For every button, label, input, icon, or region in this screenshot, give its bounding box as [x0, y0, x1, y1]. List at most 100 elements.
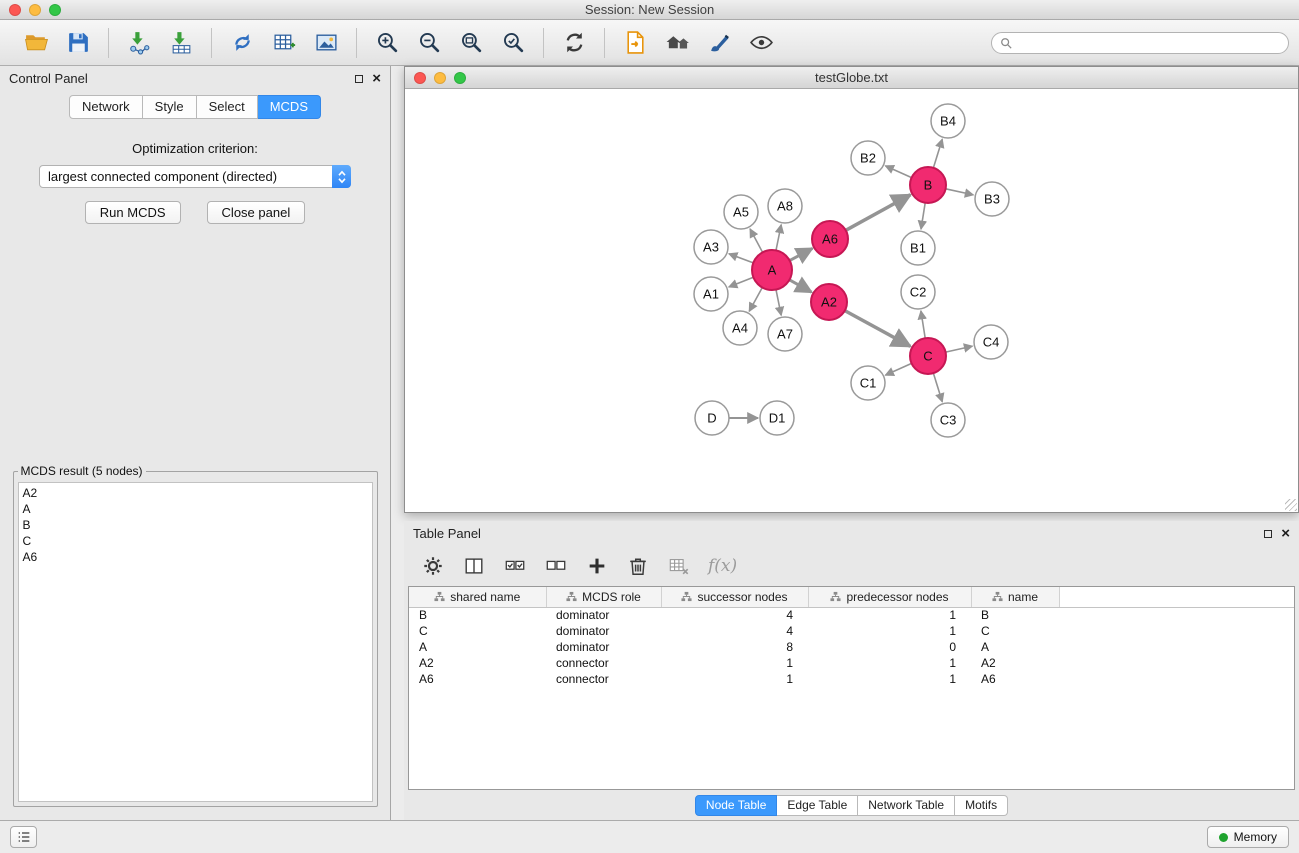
cell-predecessor-nodes[interactable]: 1 [808, 623, 971, 639]
float-table-panel-button[interactable] [1264, 530, 1272, 538]
panel-list-button[interactable] [10, 826, 37, 848]
export-network-button[interactable] [616, 26, 654, 60]
tab-edge-table[interactable]: Edge Table [777, 795, 858, 816]
cell-shared-name[interactable]: A6 [409, 671, 546, 687]
close-mcds-panel-button[interactable]: Close panel [207, 201, 306, 224]
edge-A-A7[interactable] [776, 290, 781, 316]
node-C1[interactable]: C1 [851, 366, 885, 400]
minimize-window-button[interactable] [29, 4, 41, 16]
close-table-panel-button[interactable]: × [1281, 526, 1290, 541]
cell-shared-name[interactable]: A [409, 639, 546, 655]
node-A7[interactable]: A7 [768, 317, 802, 351]
tab-network[interactable]: Network [69, 95, 143, 119]
cell-predecessor-nodes[interactable]: 1 [808, 655, 971, 671]
table-row[interactable]: Adominator80A [409, 639, 1294, 655]
search-input[interactable] [1017, 36, 1280, 50]
cell-successor-nodes[interactable]: 1 [661, 671, 808, 687]
network-graph[interactable]: AA6A2BCA1A3A4A5A7A8B1B2B3B4C1C2C3C4DD1 [405, 89, 1298, 512]
cell-name[interactable]: A [971, 639, 1059, 655]
node-C4[interactable]: C4 [974, 325, 1008, 359]
network-minimize-button[interactable] [434, 72, 446, 84]
column-header-MCDS-role[interactable]: MCDS role [546, 587, 661, 607]
open-session-button[interactable] [17, 26, 55, 60]
cell-shared-name[interactable]: A2 [409, 655, 546, 671]
column-header-name[interactable]: name [971, 587, 1059, 607]
cell-successor-nodes[interactable]: 8 [661, 639, 808, 655]
node-C2[interactable]: C2 [901, 275, 935, 309]
memory-button[interactable]: Memory [1207, 826, 1289, 848]
node-A2[interactable]: A2 [811, 284, 847, 320]
import-table-from-file-button[interactable] [162, 26, 200, 60]
apply-layout-button[interactable] [555, 26, 593, 60]
node-C[interactable]: C [910, 338, 946, 374]
first-neighbors-button[interactable] [658, 26, 696, 60]
edge-A-A4[interactable] [749, 288, 762, 312]
column-header-shared-name[interactable]: shared name [409, 587, 546, 607]
show-hide-button[interactable] [742, 26, 780, 60]
tab-style[interactable]: Style [143, 95, 197, 119]
edge-A-A6[interactable] [790, 248, 813, 260]
node-A6[interactable]: A6 [812, 221, 848, 257]
search-box[interactable] [991, 32, 1289, 54]
import-network-from-file-button[interactable] [120, 26, 158, 60]
style-apply-button[interactable] [700, 26, 738, 60]
zoom-fit-content-button[interactable] [452, 26, 490, 60]
node-A4[interactable]: A4 [723, 311, 757, 345]
node-B4[interactable]: B4 [931, 104, 965, 138]
table-row[interactable]: A6connector11A6 [409, 671, 1294, 687]
clear-selection-button[interactable] [542, 552, 570, 580]
edge-A-A1[interactable] [729, 277, 754, 287]
create-column-button[interactable] [583, 552, 611, 580]
tab-select[interactable]: Select [197, 95, 258, 119]
node-B3[interactable]: B3 [975, 182, 1009, 216]
network-canvas[interactable]: AA6A2BCA1A3A4A5A7A8B1B2B3B4C1C2C3C4DD1 [405, 89, 1298, 512]
function-builder-button[interactable]: f(x) [708, 556, 737, 576]
edge-B-B1[interactable] [921, 203, 925, 229]
node-D1[interactable]: D1 [760, 401, 794, 435]
save-session-button[interactable] [59, 26, 97, 60]
edge-B-B3[interactable] [946, 189, 974, 195]
mcds-result-item[interactable]: B [23, 517, 368, 533]
node-B1[interactable]: B1 [901, 231, 935, 265]
edge-C-C2[interactable] [921, 311, 925, 338]
cell-predecessor-nodes[interactable]: 1 [808, 671, 971, 687]
edge-C-C3[interactable] [933, 373, 942, 402]
node-A[interactable]: A [752, 250, 792, 290]
edge-A-A3[interactable] [729, 254, 754, 263]
tab-network-table[interactable]: Network Table [858, 795, 955, 816]
table-row[interactable]: Cdominator41C [409, 623, 1294, 639]
edge-C-C4[interactable] [946, 346, 973, 352]
cell-successor-nodes[interactable]: 4 [661, 607, 808, 623]
table-row[interactable]: A2connector11A2 [409, 655, 1294, 671]
resize-grip-icon[interactable] [1285, 499, 1297, 511]
cell-shared-name[interactable]: C [409, 623, 546, 639]
run-mcds-button[interactable]: Run MCDS [85, 201, 181, 224]
zoom-out-button[interactable] [410, 26, 448, 60]
cell-predecessor-nodes[interactable]: 1 [808, 607, 971, 623]
network-close-button[interactable] [414, 72, 426, 84]
cell-successor-nodes[interactable]: 1 [661, 655, 808, 671]
node-A5[interactable]: A5 [724, 195, 758, 229]
node-table-container[interactable]: shared nameMCDS rolesuccessor nodesprede… [408, 586, 1295, 790]
cell-name[interactable]: A2 [971, 655, 1059, 671]
table-settings-button[interactable] [419, 552, 447, 580]
zoom-selected-button[interactable] [494, 26, 532, 60]
node-A3[interactable]: A3 [694, 230, 728, 264]
delete-column-button[interactable] [624, 552, 652, 580]
cell-predecessor-nodes[interactable]: 0 [808, 639, 971, 655]
fullscreen-window-button[interactable] [49, 4, 61, 16]
cell-MCDS-role[interactable]: connector [546, 655, 661, 671]
optimization-criterion-select[interactable]: largest connected component (directed) [39, 165, 351, 188]
edge-C-C1[interactable] [885, 363, 911, 375]
zoom-in-button[interactable] [368, 26, 406, 60]
cell-name[interactable]: A6 [971, 671, 1059, 687]
edge-A2-C[interactable] [845, 311, 911, 347]
edge-B-B4[interactable] [933, 139, 942, 168]
node-C3[interactable]: C3 [931, 403, 965, 437]
select-all-rows-button[interactable] [501, 552, 529, 580]
tab-node-table[interactable]: Node Table [695, 795, 778, 816]
node-B2[interactable]: B2 [851, 141, 885, 175]
float-control-panel-button[interactable] [355, 75, 363, 83]
mcds-result-item[interactable]: C [23, 533, 368, 549]
mcds-result-item[interactable]: A [23, 501, 368, 517]
